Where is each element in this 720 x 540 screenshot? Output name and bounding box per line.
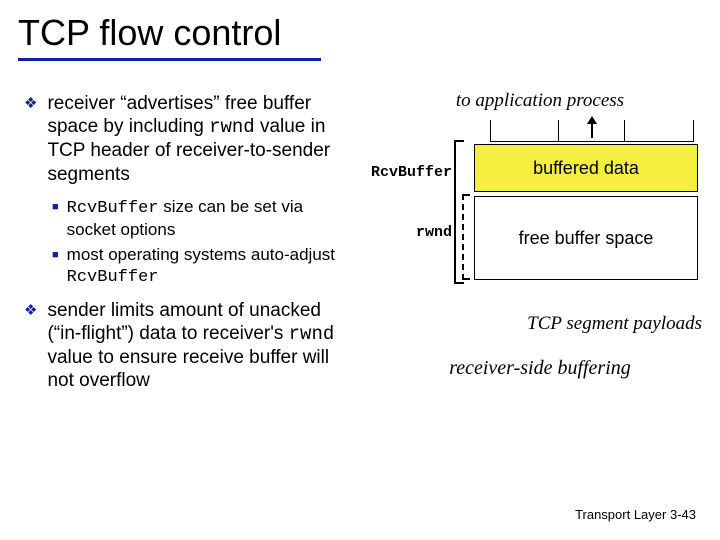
up-arrow-icon — [584, 116, 600, 140]
square-bullet-icon: ■ — [52, 249, 59, 263]
bullet-2: ❖ sender limits amount of unacked (“in-f… — [24, 299, 354, 393]
buffered-data-label: buffered data — [533, 158, 639, 179]
tcp-segment-payloads-label: TCP segment payloads — [370, 313, 710, 335]
sub-bullet-1: ■ RcvBuffer size can be set via socket o… — [52, 196, 346, 241]
sub-bullet-2-text: most operating systems auto-adjust RcvBu… — [67, 244, 346, 289]
free-buffer-label: free buffer space — [519, 228, 654, 249]
bracket-rwnd-icon — [462, 194, 470, 280]
bullet-2-text: sender limits amount of unacked (“in-fli… — [47, 299, 354, 393]
slide-footer: Transport Layer 3-43 — [575, 507, 696, 522]
diamond-bullet-icon: ❖ — [24, 95, 37, 113]
diamond-bullet-icon: ❖ — [24, 302, 37, 320]
buffered-data-box: buffered data — [474, 144, 698, 192]
footer-chapter: Transport Layer — [575, 507, 666, 522]
sub-bullet-2: ■ most operating systems auto-adjust Rcv… — [52, 244, 346, 289]
diagram-caption: receiver-side buffering — [370, 357, 710, 380]
free-buffer-box: free buffer space — [474, 196, 698, 280]
sub-bullet-1-text: RcvBuffer size can be set via socket opt… — [67, 196, 346, 241]
bullet-1: ❖ receiver “advertises” free buffer spac… — [24, 92, 354, 186]
buffer-outflow-cap — [490, 120, 694, 142]
buffer-diagram: RcvBuffer rwnd buffered data free buffer… — [370, 120, 700, 305]
page-title: TCP flow control — [18, 12, 321, 61]
bullet-1-text: receiver “advertises” free buffer space … — [47, 92, 354, 186]
footer-page: 3-43 — [670, 507, 696, 522]
square-bullet-icon: ■ — [52, 201, 59, 215]
rcvbuffer-label: RcvBuffer — [370, 164, 452, 181]
right-column: to application process RcvBuffer rwnd bu… — [370, 90, 710, 380]
left-column: ❖ receiver “advertises” free buffer spac… — [24, 92, 354, 402]
rwnd-label: rwnd — [370, 224, 452, 241]
to-application-label: to application process — [370, 90, 710, 112]
